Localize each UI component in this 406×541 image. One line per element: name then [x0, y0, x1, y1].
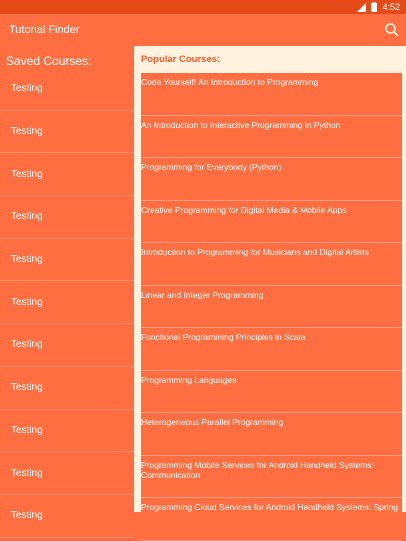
saved-courses-heading: Saved Courses:	[6, 54, 92, 68]
status-bar: 4:52	[0, 0, 406, 14]
saved-courses-pane: Saved Courses: Testing Testing Testing Test…	[0, 46, 134, 538]
saved-course-item[interactable]: Testing	[0, 324, 134, 367]
popular-courses-list: Code Yourself! An Introduction to Progra…	[141, 73, 402, 541]
signal-icon	[357, 2, 367, 12]
saved-courses-list: Testing Testing Testing Testing Testing Testi…	[0, 68, 134, 538]
saved-course-item[interactable]: Testing	[0, 239, 134, 282]
popular-course-item[interactable]: Linear and Integer Programming	[141, 285, 402, 328]
saved-course-item[interactable]: Testing	[0, 281, 134, 325]
popular-course-item[interactable]: An Introduction to Interactive Programmi…	[141, 115, 402, 158]
popular-course-item[interactable]: Heterogeneous Parallel Programming	[141, 413, 402, 456]
popular-courses-pane: Popular Courses: Code Yourself! An Intro…	[134, 46, 406, 541]
search-button[interactable]	[384, 22, 400, 38]
popular-course-item[interactable]: Programming Cloud Services for Android H…	[141, 498, 402, 541]
popular-courses-heading: Popular Courses:	[141, 54, 221, 65]
popular-course-item[interactable]: Functional Programming Principles in Sca…	[141, 328, 402, 371]
saved-course-item[interactable]: Testing	[0, 153, 134, 197]
saved-course-item[interactable]: Testing	[0, 410, 134, 453]
app-bar: Tutorial Finder	[0, 14, 406, 46]
status-icons: 4:52	[357, 0, 400, 14]
popular-course-item[interactable]: Creative Programming for Digital Media &…	[141, 200, 402, 243]
status-time: 4:52	[382, 2, 400, 12]
popular-course-item[interactable]: Code Yourself! An Introduction to Progra…	[141, 73, 402, 116]
saved-course-item[interactable]: Testing	[0, 452, 134, 495]
popular-course-item[interactable]: Introduction to Programming for Musician…	[141, 243, 402, 286]
saved-course-item[interactable]: Testing	[0, 68, 134, 111]
saved-course-item[interactable]: Testing	[0, 495, 134, 538]
battery-icon	[371, 2, 378, 12]
popular-course-item[interactable]: Programming Mobile Services for Android …	[141, 455, 402, 498]
saved-course-item[interactable]: Testing	[0, 196, 134, 239]
search-icon	[385, 23, 399, 37]
popular-course-item[interactable]: Programming Languages	[141, 370, 402, 413]
popular-course-item[interactable]: Programming for Everybody (Python)	[141, 158, 402, 201]
saved-course-item[interactable]: Testing	[0, 111, 134, 154]
saved-course-item[interactable]: Testing	[0, 367, 134, 410]
app-title: Tutorial Finder	[9, 24, 80, 36]
